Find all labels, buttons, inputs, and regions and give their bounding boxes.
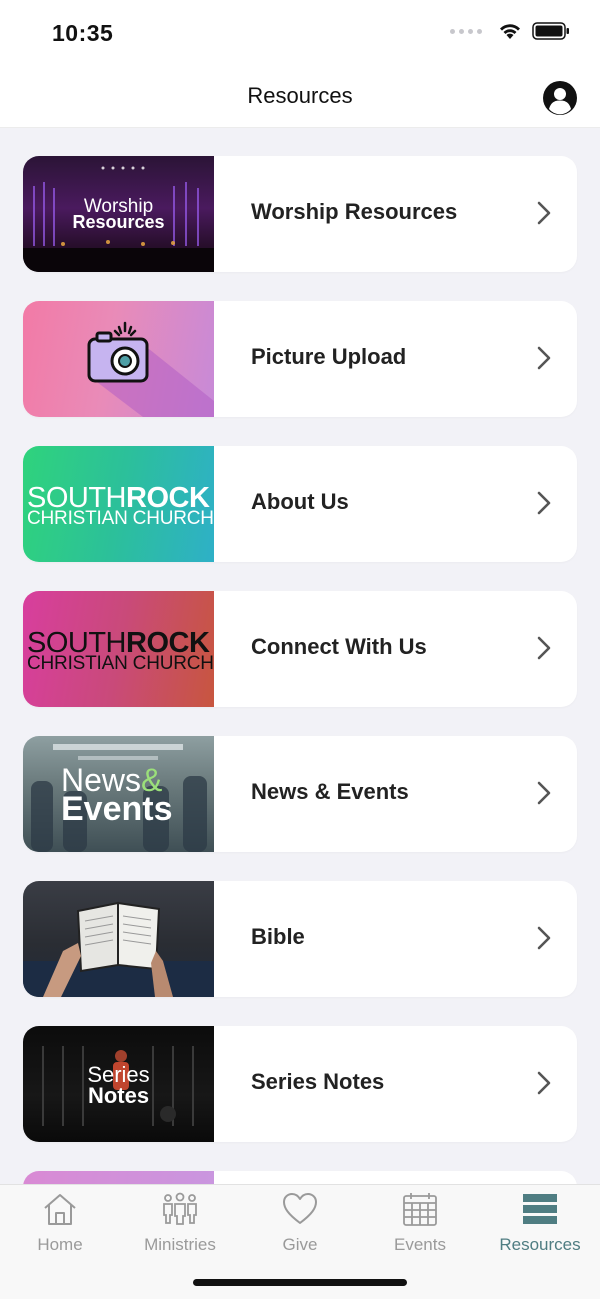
resource-card-about-us[interactable]: SOUTHROCK CHRISTIAN CHURCH About Us bbox=[23, 446, 577, 562]
resource-card-connect[interactable]: SOUTHROCK CHRISTIAN CHURCH Connect With … bbox=[23, 591, 577, 707]
list-icon bbox=[523, 1194, 557, 1224]
worship-thumbnail: Worship Resources bbox=[23, 156, 214, 272]
thumb-text-line: Events bbox=[61, 790, 173, 828]
tab-label: Events bbox=[394, 1235, 446, 1254]
resource-card-series-notes[interactable]: Series Notes Series Notes bbox=[23, 1026, 577, 1142]
resource-label: Picture Upload bbox=[251, 344, 407, 369]
tab-label: Give bbox=[282, 1235, 318, 1254]
resource-card-partial[interactable] bbox=[23, 1171, 577, 1184]
chevron-right-icon bbox=[537, 781, 551, 805]
people-icon bbox=[163, 1192, 197, 1225]
news-events-thumbnail: News& Events bbox=[23, 736, 214, 852]
brand-subtitle: CHRISTIAN CHURCH bbox=[27, 653, 214, 674]
tab-ministries[interactable]: Ministries bbox=[120, 1185, 240, 1265]
battery-icon bbox=[532, 22, 569, 40]
resource-card-news-events[interactable]: News& Events News & Events bbox=[23, 736, 577, 852]
home-indicator[interactable] bbox=[193, 1279, 407, 1286]
tab-label: Home bbox=[37, 1235, 83, 1254]
open-bible-photo bbox=[76, 901, 161, 973]
resource-list: Worship Resources Worship Resources Pict… bbox=[0, 129, 600, 1184]
resource-label: Connect With Us bbox=[251, 634, 427, 659]
home-icon bbox=[44, 1194, 76, 1225]
resource-card-worship[interactable]: Worship Resources Worship Resources bbox=[23, 156, 577, 272]
page-title: Resources bbox=[247, 83, 353, 108]
thumb-text-line: Notes bbox=[87, 1083, 150, 1108]
partial-thumbnail bbox=[23, 1171, 214, 1184]
resource-label: Worship Resources bbox=[251, 199, 458, 224]
chevron-right-icon bbox=[537, 201, 551, 225]
resource-label: Bible bbox=[251, 924, 305, 949]
tab-label: Ministries bbox=[144, 1235, 216, 1254]
chevron-right-icon bbox=[537, 636, 551, 660]
connect-thumbnail: SOUTHROCK CHRISTIAN CHURCH bbox=[23, 591, 214, 707]
tab-label: Resources bbox=[499, 1235, 581, 1254]
chevron-right-icon bbox=[537, 491, 551, 515]
brand-subtitle: CHRISTIAN CHURCH bbox=[27, 508, 214, 529]
wifi-icon bbox=[500, 24, 520, 39]
resource-card-picture-upload[interactable]: Picture Upload bbox=[23, 301, 577, 417]
chevron-right-icon bbox=[537, 926, 551, 950]
nav-bar: Resources bbox=[0, 66, 600, 128]
chevron-right-icon bbox=[537, 1071, 551, 1095]
series-notes-thumbnail: Series Notes bbox=[23, 1026, 214, 1142]
thumb-text-line: Resources bbox=[72, 212, 165, 232]
resource-label: News & Events bbox=[251, 779, 409, 804]
resource-card-bible[interactable]: Bible bbox=[23, 881, 577, 997]
tab-home[interactable]: Home bbox=[0, 1185, 120, 1265]
heart-icon bbox=[283, 1193, 317, 1224]
signal-icon bbox=[450, 28, 482, 34]
tab-give[interactable]: Give bbox=[240, 1185, 360, 1265]
calendar-icon bbox=[403, 1193, 437, 1226]
tab-events[interactable]: Events bbox=[360, 1185, 480, 1265]
status-bar: 10:35 bbox=[0, 0, 600, 66]
resource-label: Series Notes bbox=[251, 1069, 385, 1094]
about-us-thumbnail: SOUTHROCK CHRISTIAN CHURCH bbox=[23, 446, 214, 562]
picture-upload-thumbnail bbox=[23, 301, 214, 417]
resource-label: About Us bbox=[251, 489, 349, 514]
status-icons bbox=[450, 22, 570, 40]
chevron-right-icon bbox=[537, 346, 551, 370]
status-time: 10:35 bbox=[52, 20, 114, 46]
bible-thumbnail bbox=[23, 881, 214, 997]
camera-icon bbox=[87, 321, 149, 383]
profile-icon[interactable] bbox=[542, 80, 578, 116]
tab-resources[interactable]: Resources bbox=[480, 1185, 600, 1265]
